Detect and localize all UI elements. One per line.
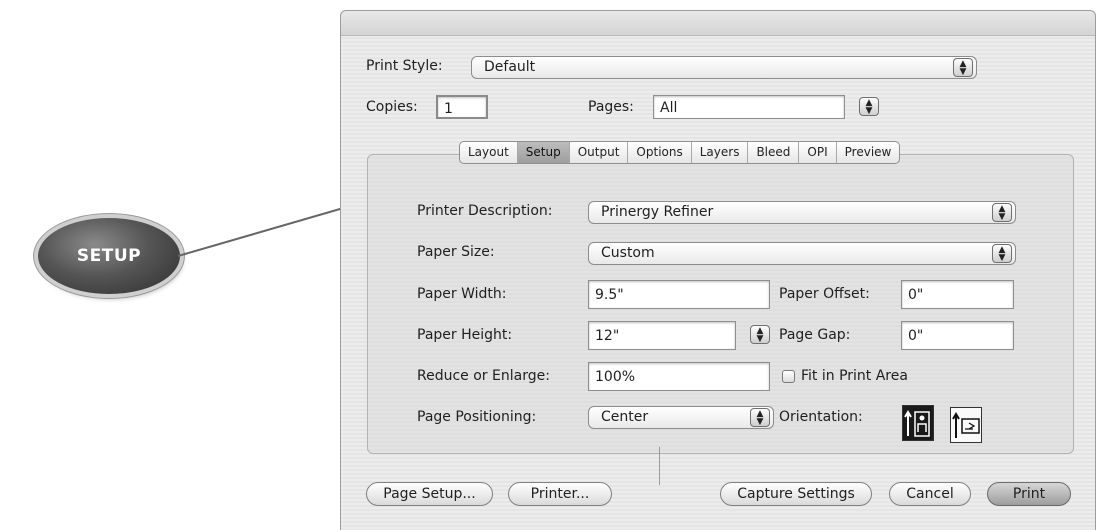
paper-size-label: Paper Size:	[417, 244, 495, 260]
printer-description-label: Printer Description:	[417, 203, 553, 219]
page-positioning-label: Page Positioning:	[417, 409, 537, 425]
reduce-enlarge-label: Reduce or Enlarge:	[417, 368, 550, 384]
setup-callout-label: SETUP	[76, 246, 142, 266]
tab-opi[interactable]: OPI	[799, 142, 837, 163]
print-style-value: Default	[484, 59, 536, 75]
fit-in-print-area-label: Fit in Print Area	[801, 368, 908, 384]
print-style-popup[interactable]: Default ▲ ▼	[471, 56, 977, 79]
tab-options[interactable]: Options	[628, 142, 692, 163]
dialog-titlebar	[341, 11, 1095, 36]
copies-label: Copies:	[366, 99, 418, 115]
print-dialog: Print Style: Default ▲ ▼ Copies: 1 Pages:…	[340, 10, 1096, 530]
print-button[interactable]: Print	[987, 482, 1071, 506]
setup-panel: Printer Description: Prinergy Refiner ▲ ▼…	[367, 154, 1074, 454]
copies-field[interactable]: 1	[436, 95, 488, 119]
page-positioning-value: Center	[601, 409, 649, 425]
printer-description-value: Prinergy Refiner	[601, 204, 714, 220]
page-gap-label: Page Gap:	[779, 327, 851, 343]
popup-arrows-icon: ▲ ▼	[953, 58, 973, 77]
printer-description-popup[interactable]: Prinergy Refiner ▲ ▼	[588, 201, 1016, 224]
page-gap-field[interactable]: 0"	[901, 321, 1014, 350]
pages-stepper-icon[interactable]: ▲ ▼	[859, 97, 879, 116]
popup-arrows-icon: ▲ ▼	[992, 203, 1012, 222]
paper-height-label: Paper Height:	[417, 327, 513, 343]
page-positioning-popup[interactable]: Center ▲ ▼	[588, 406, 774, 429]
printer-button[interactable]: Printer...	[508, 482, 612, 506]
paper-size-popup[interactable]: Custom ▲ ▼	[588, 242, 1016, 265]
paper-size-value: Custom	[601, 245, 655, 261]
paper-height-field[interactable]: 12"	[588, 321, 736, 350]
pages-field[interactable]: All	[653, 95, 845, 119]
capture-settings-button[interactable]: Capture Settings	[720, 482, 872, 506]
fit-in-print-area-checkbox[interactable]	[782, 370, 795, 383]
print-style-label: Print Style:	[366, 58, 443, 74]
tab-layers[interactable]: Layers	[692, 142, 749, 163]
tab-output[interactable]: Output	[570, 142, 629, 163]
paper-height-stepper-icon[interactable]: ▲ ▼	[750, 325, 770, 344]
setup-callout: SETUP	[38, 218, 180, 294]
tab-bleed[interactable]: Bleed	[748, 142, 800, 163]
landscape-orientation-icon[interactable]	[950, 407, 982, 443]
popup-arrows-icon: ▲ ▼	[750, 408, 770, 427]
paper-offset-field[interactable]: 0"	[901, 280, 1014, 309]
tab-bar: Layout Setup Output Options Layers Bleed…	[459, 141, 901, 164]
paper-width-label: Paper Width:	[417, 286, 507, 302]
paper-offset-label: Paper Offset:	[779, 286, 870, 302]
button-separator	[659, 447, 660, 485]
tab-setup[interactable]: Setup	[517, 142, 570, 163]
portrait-orientation-icon[interactable]	[902, 405, 934, 441]
cancel-button[interactable]: Cancel	[889, 482, 971, 506]
orientation-label: Orientation:	[779, 409, 863, 425]
tab-preview[interactable]: Preview	[837, 142, 900, 163]
page-setup-button[interactable]: Page Setup...	[366, 482, 493, 506]
reduce-enlarge-field[interactable]: 100%	[588, 362, 770, 391]
tab-layout[interactable]: Layout	[460, 142, 518, 163]
paper-width-field[interactable]: 9.5"	[588, 280, 770, 309]
popup-arrows-icon: ▲ ▼	[992, 244, 1012, 263]
pages-label: Pages:	[588, 99, 634, 115]
